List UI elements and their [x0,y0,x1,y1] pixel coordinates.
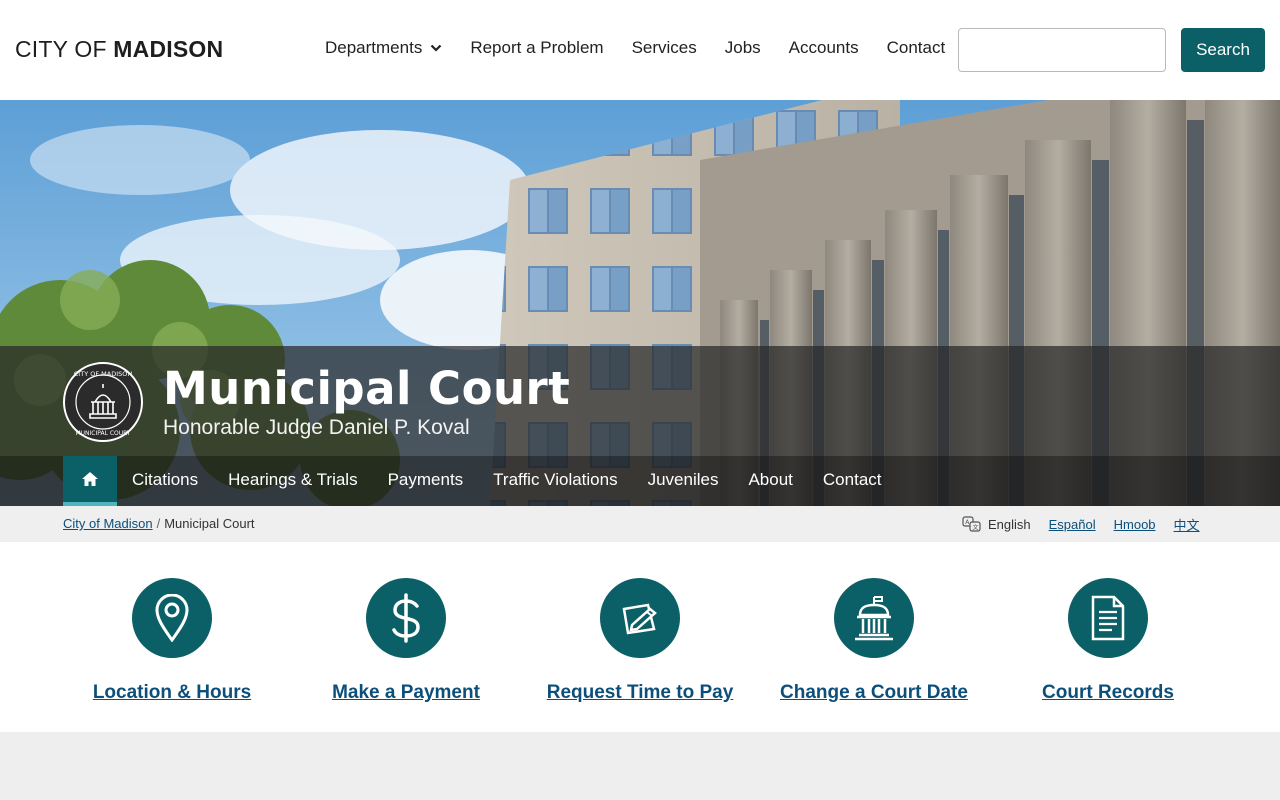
home-icon [82,472,98,486]
language-switcher: A 文 English Español Hmoob 中文 [962,515,1218,534]
section-nav-traffic-violations[interactable]: Traffic Violations [493,470,617,490]
nav-jobs[interactable]: Jobs [725,38,761,58]
make-a-payment-link[interactable]: Make a Payment [289,682,523,704]
nav-services[interactable]: Services [632,38,697,58]
quick-link-request-time-to-pay: Request Time to Pay [523,578,757,704]
section-home-button[interactable] [63,456,117,506]
page-title: Municipal Court [163,362,571,415]
request-time-to-pay-link[interactable]: Request Time to Pay [523,682,757,704]
svg-text:文: 文 [973,524,979,532]
svg-text:MUNICIPAL COURT: MUNICIPAL COURT [75,430,130,437]
search-button[interactable]: Search [1181,28,1265,72]
court-records-link[interactable]: Court Records [991,682,1225,704]
section-nav-citations[interactable]: Citations [132,470,198,490]
chevron-down-icon [431,44,442,52]
quick-link-icon-circle[interactable] [132,578,212,658]
section-nav-payments[interactable]: Payments [388,470,464,490]
page-subtitle: Honorable Judge Daniel P. Koval [163,416,470,439]
main-nav: Departments Report a Problem Services Jo… [325,38,973,58]
quick-link-icon-circle[interactable] [600,578,680,658]
language-link-espanol[interactable]: Español [1049,517,1096,532]
section-nav-hearings-trials[interactable]: Hearings & Trials [228,470,357,490]
breadcrumb-current: Municipal Court [164,516,255,531]
quick-links: Location & Hours Make a Payment Request … [0,542,1280,732]
court-seal-logo: CITY OF MADISON MUNICIPAL COURT [63,362,143,442]
nav-contact[interactable]: Contact [887,38,946,58]
section-nav-items: Citations Hearings & Trials Payments Tra… [132,470,912,490]
site-header: CITY OF MADISON Departments Report a Pro… [0,0,1280,100]
language-link-chinese[interactable]: 中文 [1174,515,1200,534]
section-nav-juveniles[interactable]: Juveniles [648,470,719,490]
city-logo[interactable]: CITY OF MADISON [15,36,223,63]
courthouse-icon [855,596,893,641]
edit-document-icon [622,603,657,635]
quick-link-court-records: Court Records [991,578,1225,704]
search-input[interactable] [958,28,1166,72]
section-nav-contact[interactable]: Contact [823,470,882,490]
breadcrumb-city-of-madison[interactable]: City of Madison [63,516,153,531]
quick-link-icon-circle[interactable] [834,578,914,658]
document-icon [1091,595,1125,641]
nav-departments[interactable]: Departments [325,38,442,58]
map-pin-icon [155,594,189,642]
quick-link-location-hours: Location & Hours [55,578,289,704]
quick-link-change-court-date: Change a Court Date [757,578,991,704]
location-hours-link[interactable]: Location & Hours [55,682,289,704]
lower-content-section [0,732,1280,800]
nav-report-a-problem[interactable]: Report a Problem [470,38,603,58]
breadcrumb-bar: City of Madison / Municipal Court A 文 Engl… [0,506,1280,542]
language-link-hmoob[interactable]: Hmoob [1114,517,1156,532]
section-nav-about[interactable]: About [748,470,792,490]
breadcrumb: City of Madison / Municipal Court [63,516,255,531]
svg-text:CITY OF MADISON: CITY OF MADISON [74,370,133,378]
quick-link-make-payment: Make a Payment [289,578,523,704]
hero-banner: CITY OF MADISON MUNICIPAL COURT Municipa… [0,100,1280,506]
section-nav: Citations Hearings & Trials Payments Tra… [0,456,1280,506]
dollar-icon [392,593,420,643]
nav-accounts[interactable]: Accounts [789,38,859,58]
change-a-court-date-link[interactable]: Change a Court Date [757,682,991,704]
breadcrumb-separator: / [156,516,161,531]
quick-link-icon-circle[interactable] [1068,578,1148,658]
language-current-english: English [988,517,1031,532]
quick-link-icon-circle[interactable] [366,578,446,658]
translate-icon: A 文 [962,516,981,532]
